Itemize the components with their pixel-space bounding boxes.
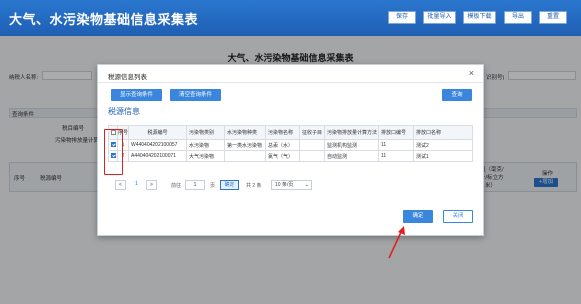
annotation-arrow-icon [388,226,405,259]
